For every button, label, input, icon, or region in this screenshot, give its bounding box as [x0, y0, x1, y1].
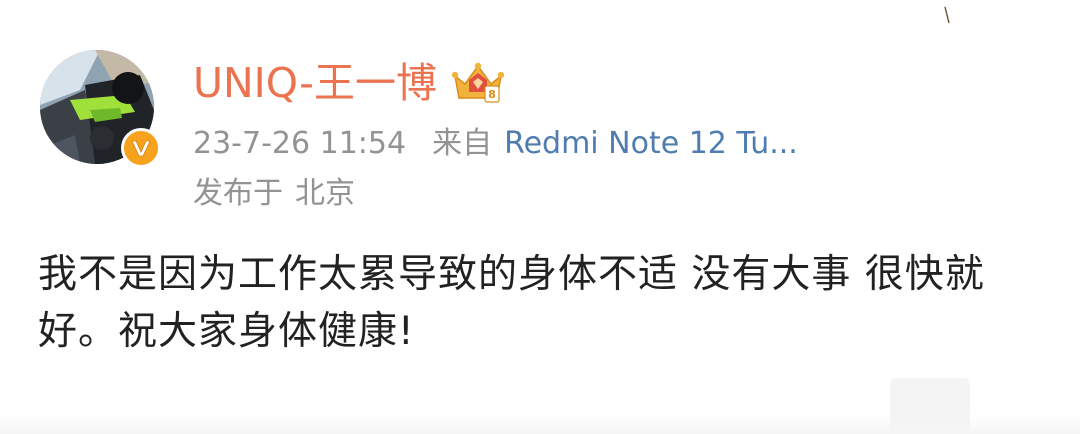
bottom-fade: [0, 414, 1080, 434]
verified-v-icon: [121, 128, 161, 168]
location-label: 发布于: [193, 176, 283, 211]
post-location: 发布于 北京: [193, 174, 355, 214]
source-device-link[interactable]: Redmi Note 12 Tu...: [504, 124, 798, 164]
svg-text:8: 8: [488, 88, 496, 101]
post-time: 23-7-26 11:54: [193, 126, 407, 161]
author-header: UNIQ-王一博 8: [193, 56, 505, 110]
source-label: 来自: [432, 126, 493, 161]
location-value: 北京: [295, 176, 355, 211]
crown-member-icon[interactable]: 8: [451, 60, 505, 106]
post-meta: 23-7-26 11:54 来自 Redmi Note 12 Tu...: [193, 124, 798, 164]
author-name[interactable]: UNIQ-王一博: [193, 56, 437, 110]
corner-scratch-mark: [944, 6, 950, 24]
weibo-post-card: UNIQ-王一博 8 23-7-26 11:54 来自 Redmi Note 1…: [0, 0, 1080, 434]
post-body-text: 我不是因为工作太累导致的身体不适 没有大事 很快就好。祝大家身体健康!: [38, 252, 985, 354]
